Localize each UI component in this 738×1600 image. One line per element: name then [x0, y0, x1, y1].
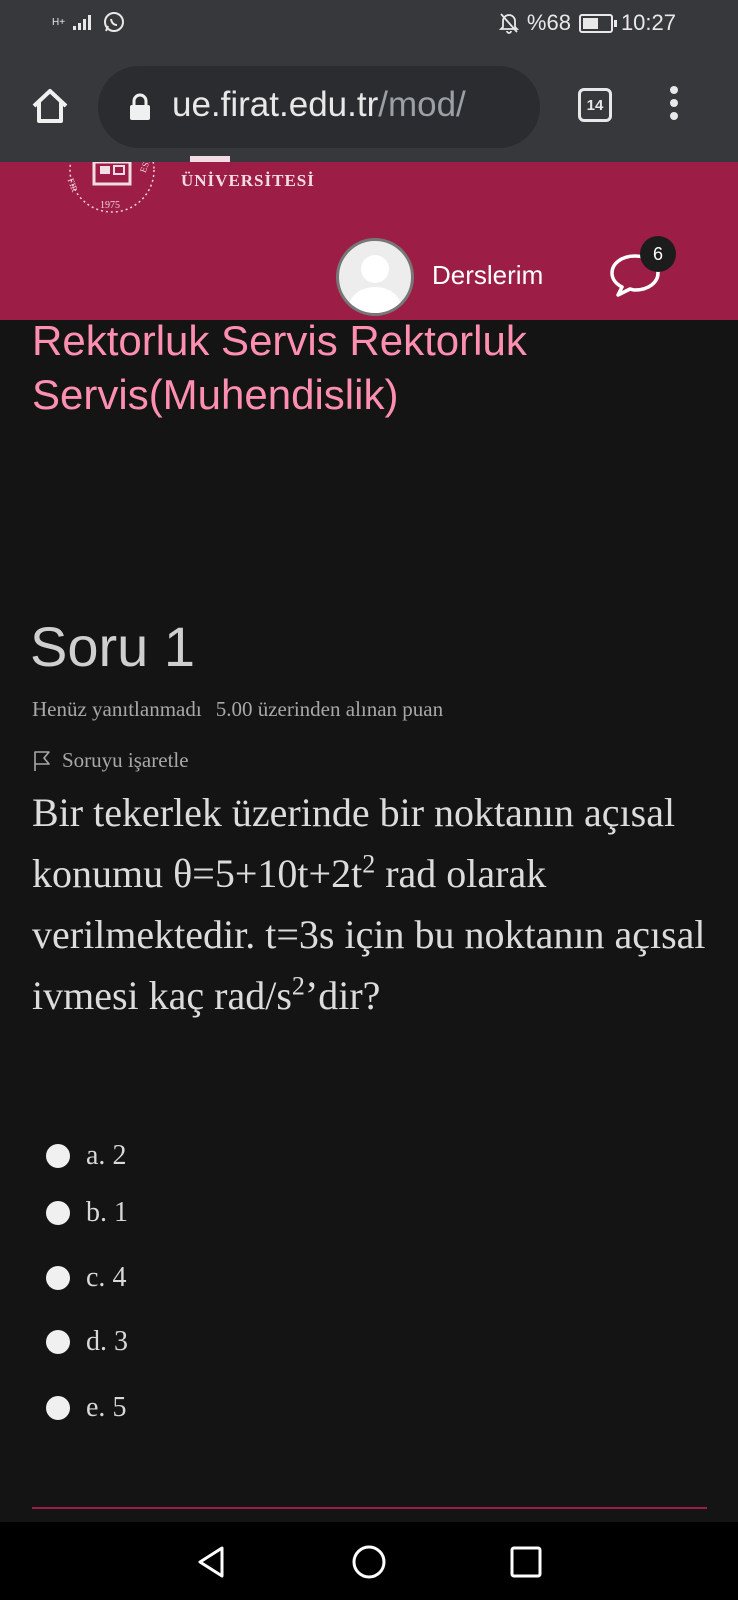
option-label: b. 1: [86, 1197, 128, 1228]
home-icon[interactable]: [28, 84, 72, 128]
option-label: e. 5: [86, 1392, 127, 1423]
answer-option-d[interactable]: d. 3: [46, 1326, 346, 1358]
lock-icon: [130, 93, 150, 120]
radio-button[interactable]: [46, 1201, 70, 1225]
network-type: H+: [52, 16, 66, 28]
option-label: d. 3: [86, 1326, 128, 1357]
answer-status: Henüz yanıtlanmadı: [32, 697, 202, 721]
course-title[interactable]: Rektorluk Servis Rektorluk Servis(Muhend…: [32, 314, 692, 422]
system-navigation-bar: [0, 1522, 738, 1600]
option-label: c. 4: [86, 1262, 127, 1293]
answer-option-e[interactable]: e. 5: [46, 1392, 346, 1424]
university-seal-logo[interactable]: FIR ESİ 1975: [64, 162, 160, 222]
grade-info: 5.00 üzerinden alınan puan: [215, 697, 444, 721]
back-icon[interactable]: [192, 1542, 232, 1582]
bell-off-icon: [498, 13, 519, 34]
site-header: FIR ESİ 1975 ÜNİVERSİTESİ Derslerim 6: [0, 156, 738, 320]
browser-toolbar: ue.firat.edu.tr/mod/ 14: [0, 50, 738, 162]
recent-apps-icon[interactable]: [506, 1542, 546, 1582]
answer-option-a[interactable]: a. 2: [46, 1140, 346, 1172]
url-text: ue.firat.edu.tr/mod/: [172, 85, 466, 125]
superscript: 2: [362, 849, 376, 879]
superscript: 2: [291, 971, 305, 1001]
radio-button[interactable]: [46, 1330, 70, 1354]
battery-fill: [582, 17, 598, 29]
url-path: /mod/: [378, 85, 466, 124]
question-text: Bir tekerlek üzerinde bir noktanın açısa…: [32, 782, 722, 1026]
url-host: ue.firat.edu.tr: [172, 85, 379, 124]
question-text-part: ’dir?: [304, 973, 381, 1018]
radio-button[interactable]: [46, 1266, 70, 1290]
battery-icon: [578, 13, 617, 33]
divider: [32, 1507, 707, 1509]
status-bar: H+ %68 10:27: [0, 0, 738, 50]
question-heading: Soru 1: [30, 615, 195, 678]
svg-text:FIR: FIR: [66, 177, 80, 194]
battery-percent: %68: [526, 10, 571, 35]
question-text-part: Bir tekerlek üzerinde bir noktanın açısa…: [32, 790, 676, 896]
answer-option-c[interactable]: c. 4: [46, 1262, 346, 1294]
seal-year: 1975: [100, 200, 120, 211]
address-bar[interactable]: ue.firat.edu.tr/mod/: [98, 66, 540, 148]
radio-button[interactable]: [46, 1144, 70, 1168]
user-silhouette-icon: [349, 255, 401, 313]
whatsapp-icon: [104, 12, 125, 32]
flag-question-button[interactable]: Soruyu işaretle: [32, 748, 189, 773]
user-avatar[interactable]: [336, 238, 414, 316]
flag-icon: [34, 750, 50, 771]
radio-button[interactable]: [46, 1396, 70, 1420]
my-courses-link[interactable]: Derslerim: [432, 260, 543, 291]
option-label: a. 2: [86, 1140, 127, 1171]
question-info: Henüz yanıtlanmadı 5.00 üzerinden alınan …: [32, 697, 443, 722]
flag-label: Soruyu işaretle: [62, 748, 189, 772]
answer-option-b[interactable]: b. 1: [46, 1197, 346, 1229]
tab-switcher-button[interactable]: 14: [578, 88, 612, 122]
clock: 10:27: [620, 10, 676, 35]
svg-text:ESİ: ESİ: [138, 162, 152, 174]
more-menu-icon[interactable]: [668, 86, 680, 128]
university-name: ÜNİVERSİTESİ: [181, 171, 315, 190]
message-count-badge: 6: [640, 236, 676, 272]
home-circle-icon[interactable]: [349, 1542, 389, 1582]
signal-icon: [73, 15, 92, 30]
